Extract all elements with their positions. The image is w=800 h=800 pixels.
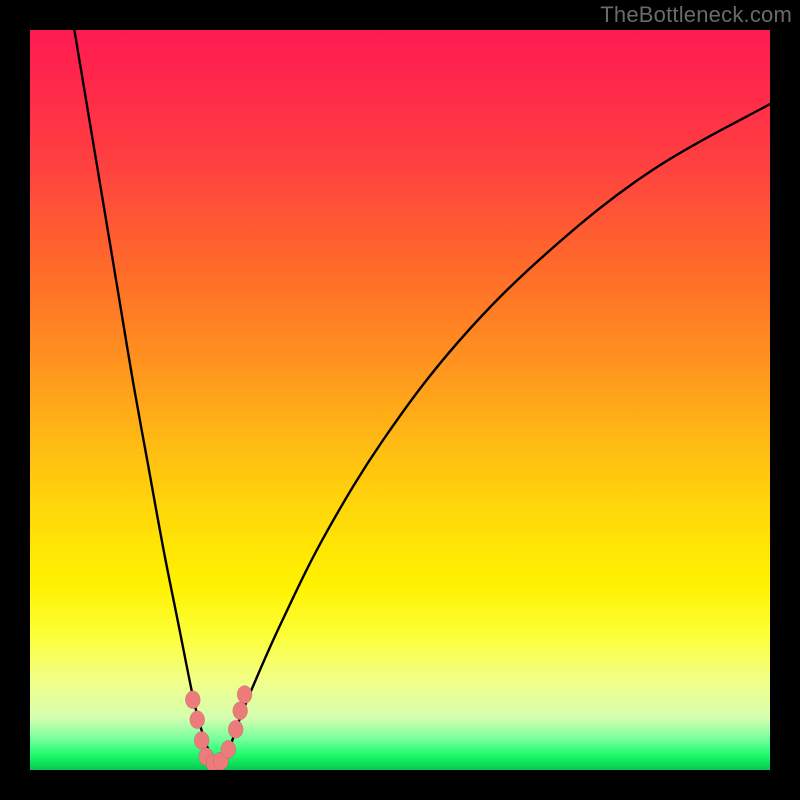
curve-marker — [190, 711, 205, 729]
curve-markers — [185, 686, 252, 770]
bottleneck-curve — [74, 30, 770, 765]
curve-marker — [221, 740, 236, 758]
curve-svg — [30, 30, 770, 770]
curve-marker — [237, 686, 252, 704]
curve-marker — [194, 731, 209, 749]
chart-frame: TheBottleneck.com — [0, 0, 800, 800]
watermark-text: TheBottleneck.com — [600, 2, 792, 28]
curve-marker — [185, 691, 200, 709]
curve-marker — [228, 720, 243, 738]
curve-marker — [233, 702, 248, 720]
plot-area — [30, 30, 770, 770]
